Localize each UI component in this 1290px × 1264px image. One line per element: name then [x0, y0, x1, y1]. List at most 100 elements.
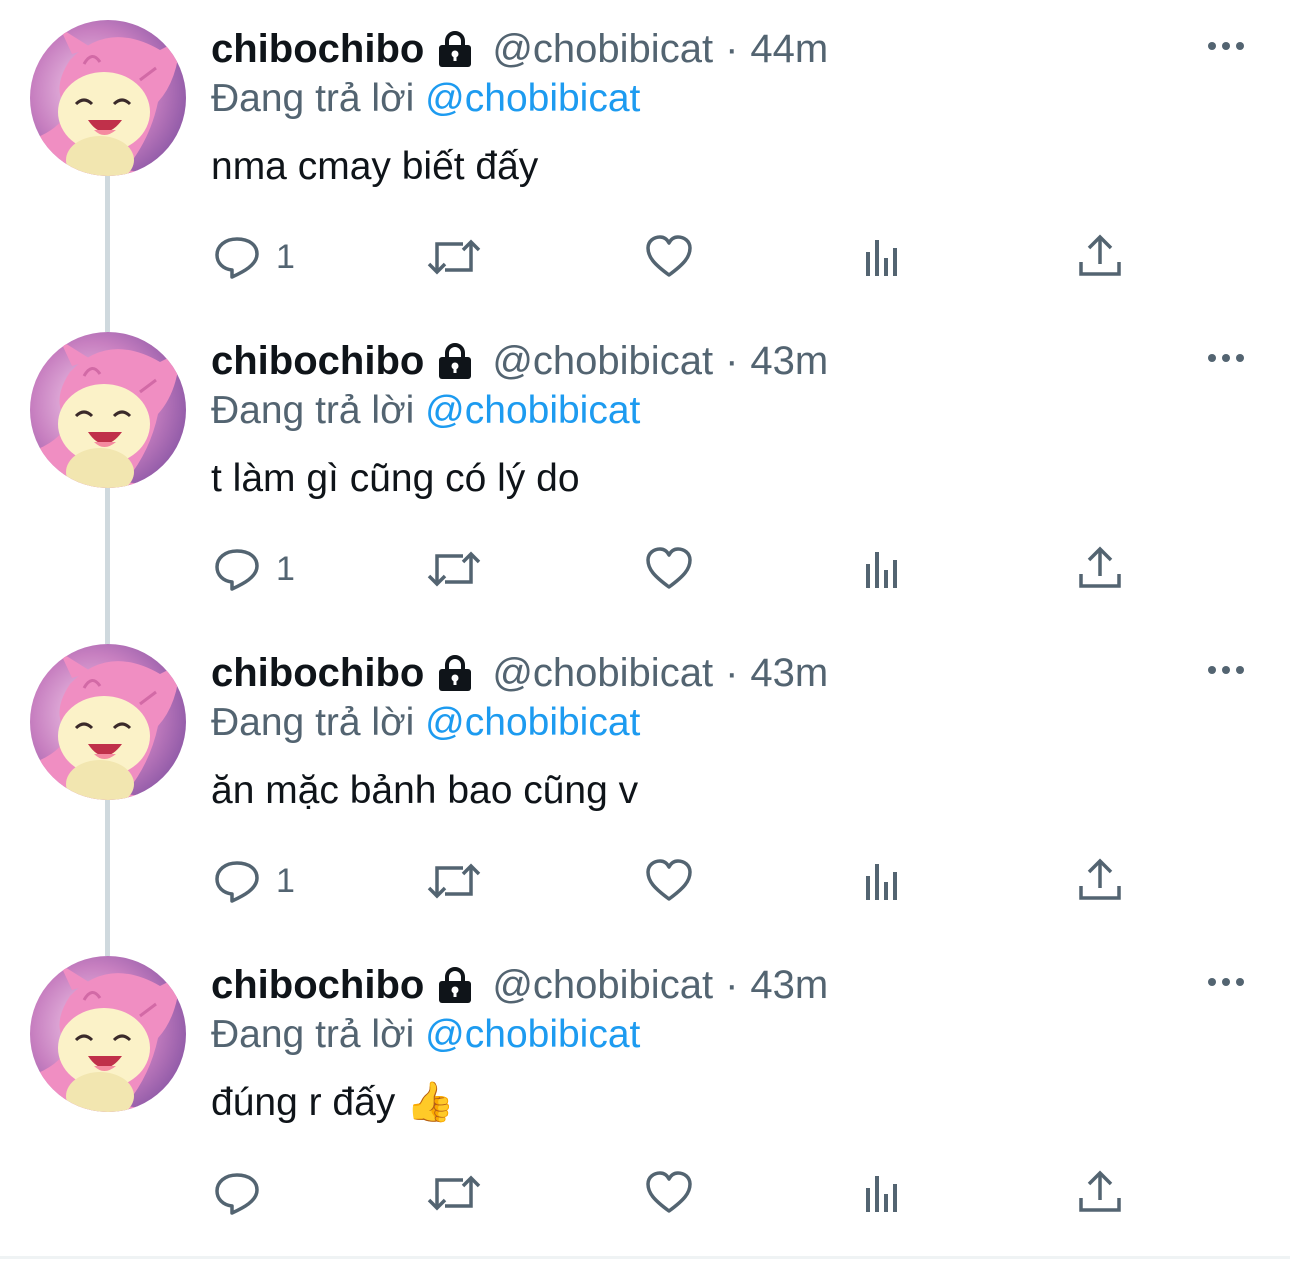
share-icon	[1077, 856, 1123, 906]
tweet-text: nma cmay biết đấy	[211, 145, 539, 188]
share-icon	[1077, 1168, 1123, 1218]
reply-button[interactable]	[212, 1148, 276, 1238]
like-button[interactable]	[644, 524, 694, 614]
like-button[interactable]	[644, 836, 694, 926]
tweet-text: t làm gì cũng có lý do	[211, 457, 580, 500]
reply-target-link[interactable]: @chobibicat	[425, 77, 640, 120]
avatar[interactable]	[30, 20, 186, 176]
reply-icon	[212, 856, 262, 906]
retweet-icon	[425, 544, 483, 594]
like-icon	[644, 856, 694, 906]
share-button[interactable]	[1077, 212, 1123, 302]
lock-icon	[434, 964, 476, 1006]
views-icon	[862, 544, 908, 594]
reply-icon	[212, 232, 262, 282]
views-button[interactable]	[862, 212, 908, 302]
avatar[interactable]	[30, 332, 186, 488]
handle[interactable]: @chobibicat	[492, 646, 713, 700]
tweet-actions: 1	[0, 836, 1290, 926]
tweet-actions	[0, 1148, 1290, 1238]
tweet-header: chibochibo @chobibicat · 43m	[211, 646, 828, 700]
reply-prefix: Đang trả lời	[211, 701, 415, 744]
more-button[interactable]	[1198, 650, 1254, 690]
more-icon	[1208, 354, 1216, 362]
tweet[interactable]: chibochibo @chobibicat · 43m Đang trả lờ…	[0, 624, 1290, 936]
replying-to: Đang trả lời @chobibicat	[211, 696, 640, 750]
reply-count: 1	[276, 861, 295, 900]
views-icon	[862, 1168, 908, 1218]
reply-target-link[interactable]: @chobibicat	[425, 1013, 640, 1056]
reply-prefix: Đang trả lời	[211, 389, 415, 432]
timestamp[interactable]: 43m	[750, 334, 828, 388]
more-icon	[1208, 42, 1216, 50]
tweet[interactable]: chibochibo @chobibicat · 44m Đang trả lờ…	[0, 0, 1290, 312]
retweet-button[interactable]	[425, 1148, 483, 1238]
like-button[interactable]	[644, 1148, 694, 1238]
separator: ·	[725, 27, 739, 71]
like-icon	[644, 232, 694, 282]
tweet-actions: 1	[0, 524, 1290, 614]
more-button[interactable]	[1198, 26, 1254, 66]
tweet-actions: 1	[0, 212, 1290, 302]
timestamp[interactable]: 43m	[750, 646, 828, 700]
handle[interactable]: @chobibicat	[492, 334, 713, 388]
handle[interactable]: @chobibicat	[492, 958, 713, 1012]
avatar[interactable]	[30, 956, 186, 1112]
reply-target-link[interactable]: @chobibicat	[425, 389, 640, 432]
tweet-text: đúng r đấy 👍	[211, 1081, 455, 1124]
retweet-icon	[425, 1168, 483, 1218]
share-icon	[1077, 544, 1123, 594]
tweet-header: chibochibo @chobibicat · 43m	[211, 334, 828, 388]
views-icon	[862, 232, 908, 282]
display-name[interactable]: chibochibo	[211, 334, 424, 388]
separator: ·	[725, 651, 739, 695]
retweet-icon	[425, 232, 483, 282]
retweet-button[interactable]	[425, 524, 483, 614]
more-icon	[1208, 978, 1216, 986]
like-icon	[644, 544, 694, 594]
retweet-button[interactable]	[425, 836, 483, 926]
reply-prefix: Đang trả lời	[211, 1013, 415, 1056]
replying-to: Đang trả lời @chobibicat	[211, 72, 640, 126]
like-button[interactable]	[644, 212, 694, 302]
tweet[interactable]: chibochibo @chobibicat · 43m Đang trả lờ…	[0, 312, 1290, 624]
reply-button[interactable]: 1	[212, 212, 295, 302]
views-button[interactable]	[862, 1148, 908, 1238]
handle[interactable]: @chobibicat	[492, 22, 713, 76]
tweet-header: chibochibo @chobibicat · 44m	[211, 22, 828, 76]
tweet[interactable]: chibochibo @chobibicat · 43m Đang trả lờ…	[0, 936, 1290, 1248]
share-icon	[1077, 232, 1123, 282]
separator: ·	[725, 963, 739, 1007]
lock-icon	[434, 652, 476, 694]
views-button[interactable]	[862, 836, 908, 926]
reply-button[interactable]: 1	[212, 524, 295, 614]
display-name[interactable]: chibochibo	[211, 958, 424, 1012]
more-icon	[1208, 666, 1216, 674]
lock-icon	[434, 28, 476, 70]
reply-prefix: Đang trả lời	[211, 77, 415, 120]
retweet-button[interactable]	[425, 212, 483, 302]
views-icon	[862, 856, 908, 906]
replying-to: Đang trả lời @chobibicat	[211, 384, 640, 438]
timestamp[interactable]: 43m	[750, 958, 828, 1012]
lock-icon	[434, 340, 476, 382]
divider	[0, 1256, 1290, 1259]
tweet-text: ăn mặc bảnh bao cũng v	[211, 769, 639, 812]
share-button[interactable]	[1077, 1148, 1123, 1238]
views-button[interactable]	[862, 524, 908, 614]
reply-button[interactable]: 1	[212, 836, 295, 926]
share-button[interactable]	[1077, 524, 1123, 614]
more-button[interactable]	[1198, 962, 1254, 1002]
avatar[interactable]	[30, 644, 186, 800]
reply-target-link[interactable]: @chobibicat	[425, 701, 640, 744]
reply-count: 1	[276, 237, 295, 276]
like-icon	[644, 1168, 694, 1218]
replying-to: Đang trả lời @chobibicat	[211, 1008, 640, 1062]
display-name[interactable]: chibochibo	[211, 646, 424, 700]
tweet-header: chibochibo @chobibicat · 43m	[211, 958, 828, 1012]
share-button[interactable]	[1077, 836, 1123, 926]
display-name[interactable]: chibochibo	[211, 22, 424, 76]
separator: ·	[725, 339, 739, 383]
more-button[interactable]	[1198, 338, 1254, 378]
timestamp[interactable]: 44m	[750, 22, 828, 76]
